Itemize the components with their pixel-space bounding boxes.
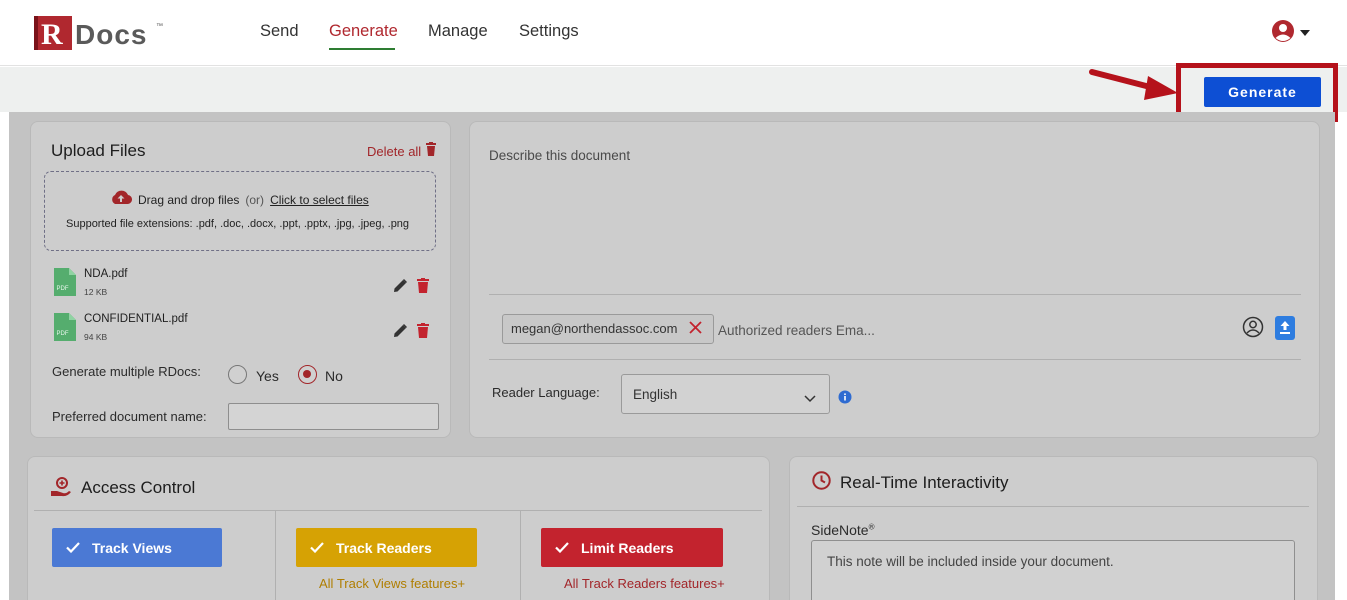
access-col-divider	[275, 511, 276, 600]
select-files-link[interactable]: Click to select files	[270, 193, 369, 207]
description-divider	[489, 294, 1301, 295]
logo-text: Docs	[75, 19, 147, 50]
delete-file-trash-icon[interactable]	[417, 278, 429, 298]
annotation-arrow-icon	[1088, 66, 1180, 106]
pdf-file-icon: PDF	[54, 268, 76, 301]
contacts-user-circle-icon[interactable]	[1242, 316, 1264, 343]
track-views-button[interactable]: Track Views	[52, 528, 222, 567]
access-control-title: Access Control	[81, 478, 196, 497]
nav-settings[interactable]: Settings	[519, 22, 579, 41]
file-dropzone[interactable]	[44, 171, 436, 251]
supported-extensions-text: Supported file extensions: .pdf, .doc, .…	[66, 218, 410, 230]
track-readers-button[interactable]: Track Readers	[296, 528, 477, 567]
nav-send[interactable]: Send	[260, 22, 299, 41]
track-readers-subtext: All Track Views features+	[319, 576, 466, 591]
rdocs-logo[interactable]: R Docs ™	[34, 14, 164, 52]
sidenote-label: SideNote®	[811, 522, 875, 538]
user-menu[interactable]	[1271, 19, 1313, 48]
radio-yes-label: Yes	[256, 368, 279, 384]
file-name: CONFIDENTIAL.pdf	[84, 313, 188, 325]
trash-icon	[425, 142, 437, 161]
sidenote-textarea[interactable]	[811, 540, 1295, 600]
registered-mark: ®	[868, 522, 875, 532]
top-navigation-bar: R Docs ™ Send Generate Manage Settings	[0, 0, 1347, 66]
limit-readers-subtext: All Track Readers features+	[564, 576, 725, 591]
edit-file-pencil-icon[interactable]	[393, 278, 408, 298]
radio-yes[interactable]	[228, 365, 247, 384]
check-icon	[66, 540, 80, 556]
file-size: 94 KB	[84, 332, 108, 342]
reader-language-label: Reader Language:	[492, 385, 600, 400]
pdf-file-icon: PDF	[54, 313, 76, 346]
caret-down-icon	[1299, 24, 1311, 42]
remove-chip-close-icon[interactable]	[689, 321, 702, 339]
description-textarea[interactable]: Describe this document	[489, 148, 630, 163]
radio-no-label: No	[325, 368, 343, 384]
file-type-label: PDF	[57, 286, 69, 292]
dropzone-row: Drag and drop files (or) Click to select…	[110, 189, 369, 210]
email-chip-text: megan@northendassoc.com	[511, 321, 678, 336]
drop-text: Drag and drop files	[138, 192, 240, 207]
nav-manage[interactable]: Manage	[428, 22, 488, 41]
nav-generate[interactable]: Generate	[329, 22, 398, 41]
track-views-label: Track Views	[92, 539, 172, 556]
delete-file-trash-icon[interactable]	[417, 323, 429, 343]
upload-readers-file-icon[interactable]	[1275, 316, 1295, 345]
delete-all-button[interactable]: Delete all	[367, 142, 437, 161]
check-icon	[555, 540, 569, 556]
radio-no[interactable]	[298, 365, 317, 384]
interactivity-divider	[797, 506, 1309, 507]
info-icon[interactable]	[838, 390, 852, 409]
file-size: 12 KB	[84, 287, 108, 297]
logo-r: R	[41, 18, 63, 51]
real-time-interactivity-title: Real-Time Interactivity	[840, 473, 1009, 492]
or-text: (or)	[245, 192, 265, 207]
authorized-readers-input[interactable]: Authorized readers Ema...	[718, 323, 875, 338]
generate-button[interactable]: Generate	[1204, 77, 1321, 107]
upload-files-title: Upload Files	[51, 141, 146, 160]
track-readers-label: Track Readers	[336, 539, 432, 556]
file-name: NDA.pdf	[84, 268, 128, 280]
access-col-divider	[520, 511, 521, 600]
reader-language-value: English	[633, 387, 678, 402]
readers-divider	[489, 359, 1301, 360]
logo-trademark: ™	[156, 23, 163, 30]
generate-multiple-label: Generate multiple RDocs:	[52, 364, 201, 379]
sidenote-placeholder: This note will be included inside your d…	[827, 554, 1114, 569]
limit-readers-label: Limit Readers	[581, 539, 674, 556]
check-icon	[310, 540, 324, 556]
edit-file-pencil-icon[interactable]	[393, 323, 408, 343]
access-control-hand-icon	[50, 476, 72, 503]
cloud-upload-icon	[110, 189, 133, 210]
sidenote-label-text: SideNote	[811, 522, 869, 538]
access-divider	[34, 510, 762, 511]
clock-icon	[812, 471, 831, 495]
user-avatar-icon	[1271, 19, 1295, 48]
active-nav-underline	[329, 48, 395, 50]
delete-all-label: Delete all	[367, 144, 422, 159]
file-type-label: PDF	[57, 331, 69, 337]
limit-readers-button[interactable]: Limit Readers	[541, 528, 723, 567]
preferred-name-label: Preferred document name:	[52, 409, 207, 424]
preferred-name-input[interactable]	[228, 403, 439, 430]
chevron-down-icon	[804, 390, 816, 408]
